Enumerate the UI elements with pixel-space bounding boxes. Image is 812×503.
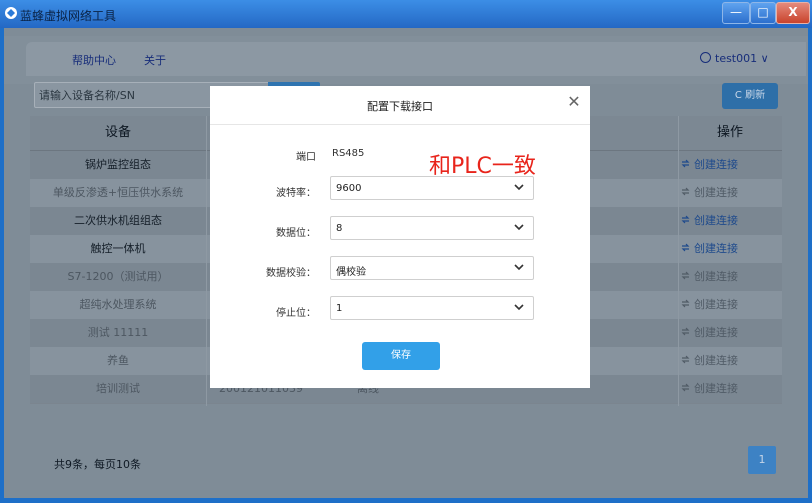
dialog-title: 配置下载接口 [367,100,433,113]
chevron-down-icon [514,264,524,271]
baud-value: 9600 [336,183,362,194]
user-menu[interactable]: test001 ∨ [700,52,769,65]
create-connection-label: 创建连接 [694,242,738,255]
create-connection-label: 创建连接 [694,214,738,227]
parity-select[interactable]: 偶校验 [330,256,534,280]
title-bar: 蓝蜂虚拟网络工具 — □ X [0,0,812,28]
create-connection-button[interactable]: 创建连接 [680,151,738,179]
pagination-summary: 共9条，每页10条 [54,458,141,471]
baud-label: 波特率： [276,188,316,199]
create-connection-button[interactable]: 创建连接 [680,235,738,263]
create-connection-button[interactable]: 创建连接 [680,291,738,319]
create-connection-button[interactable]: 创建连接 [680,207,738,235]
create-connection-button[interactable]: 创建连接 [680,375,738,403]
chevron-down-icon [514,304,524,311]
link-icon [681,383,690,392]
column-divider [206,116,207,406]
device-name-cell: 二次供水机组组态 [74,214,162,227]
minimize-button[interactable]: — [722,2,750,24]
link-icon [681,355,690,364]
device-name-cell: 培训测试 [96,382,140,395]
create-connection-button[interactable]: 创建连接 [680,263,738,291]
about-link[interactable]: 关于 [144,52,166,68]
user-icon [700,52,711,63]
status-bar [4,498,808,503]
parity-label: 数据校验： [266,268,316,279]
close-window-button[interactable]: X [776,2,810,24]
nav-tab-strip [26,42,806,76]
create-connection-label: 创建连接 [694,354,738,367]
create-connection-label: 创建连接 [694,382,738,395]
create-connection-label: 创建连接 [694,186,738,199]
link-icon [681,271,690,280]
create-connection-button[interactable]: 创建连接 [680,347,738,375]
config-download-dialog: 配置下载接口 ✕ 端口 RS485 和PLC一致 波特率： 9600 数据位： … [210,86,590,388]
device-name-cell: 触控一体机 [90,242,146,255]
help-center-link[interactable]: 帮助中心 [72,52,116,68]
refresh-icon: C [734,90,742,101]
column-divider [678,116,679,406]
device-name-cell: 测试 11111 [87,326,149,339]
page-1-button[interactable]: 1 [748,446,776,474]
header-device: 设备 [104,125,131,140]
stopbits-value: 1 [336,303,343,314]
device-name-cell: S7-1200（测试用） [67,270,169,283]
device-name-cell: 养鱼 [107,354,129,367]
link-icon [681,327,690,336]
window-title: 蓝蜂虚拟网络工具 [20,9,117,23]
chevron-down-icon [514,184,524,191]
link-icon [681,215,690,224]
link-icon [681,159,690,168]
maximize-button[interactable]: □ [750,2,776,24]
device-name-cell: 单级反渗透+恒压供水系统 [52,186,184,199]
device-name-cell: 超纯水处理系统 [79,298,157,311]
databits-label: 数据位： [276,228,316,239]
chevron-down-icon: ∨ [760,52,769,65]
dialog-header: 配置下载接口 ✕ [210,86,590,125]
parity-value: 偶校验 [336,267,366,278]
top-navigation: 帮助中心 关于 test001 ∨ [4,36,808,84]
refresh-button[interactable]: C 刷新 [722,83,778,109]
app-logo-icon [5,7,17,19]
dialog-close-icon[interactable]: ✕ [566,94,582,110]
create-connection-label: 创建连接 [694,158,738,171]
header-action: 操作 [716,125,743,140]
link-icon [681,299,690,308]
databits-value: 8 [336,223,343,234]
baud-select[interactable]: 9600 [330,176,534,200]
chevron-down-icon [514,224,524,231]
refresh-label: 刷新 [745,90,766,101]
port-value: RS485 [332,148,365,159]
create-connection-label: 创建连接 [694,270,738,283]
link-icon [681,187,690,196]
port-label: 端口 [296,152,316,163]
create-connection-label: 创建连接 [694,326,738,339]
create-connection-button[interactable]: 创建连接 [680,319,738,347]
create-connection-label: 创建连接 [694,298,738,311]
stopbits-label: 停止位： [276,308,316,319]
device-name-cell: 锅炉监控组态 [85,158,151,171]
save-button[interactable]: 保存 [362,342,440,370]
stopbits-select[interactable]: 1 [330,296,534,320]
username: test001 [715,52,758,65]
link-icon [681,243,690,252]
create-connection-button[interactable]: 创建连接 [680,179,738,207]
databits-select[interactable]: 8 [330,216,534,240]
